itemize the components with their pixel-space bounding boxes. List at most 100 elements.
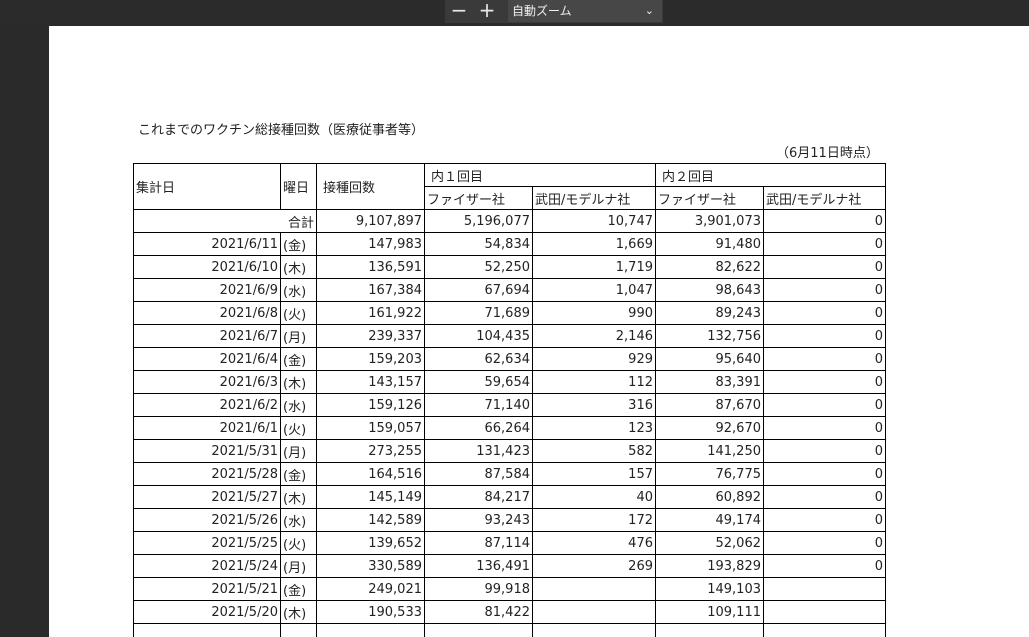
as-of-date: （6月11日時点） bbox=[776, 146, 879, 161]
header-dose1-pfizer: ファイザー社 bbox=[424, 186, 533, 210]
row-dose2-moderna: 0 bbox=[763, 462, 886, 486]
row-total: 136,591 bbox=[316, 255, 425, 279]
table-row: 2021/6/7 (月) 239,337 104,435 2,146 132,756 0 bbox=[133, 324, 886, 348]
row-total: 330,589 bbox=[316, 554, 425, 578]
row-dose1-moderna: 990 bbox=[532, 301, 656, 325]
row-dose2-moderna: 0 bbox=[763, 347, 886, 371]
row-weekday: (月) bbox=[280, 554, 317, 578]
row-dose2-moderna: 0 bbox=[763, 324, 886, 348]
total-dose2-pfizer: 3,901,073 bbox=[655, 209, 764, 233]
row-weekday: (火) bbox=[280, 416, 317, 440]
table-row: 2021/5/21 (金) 249,021 99,918 149,103 bbox=[133, 577, 886, 601]
row-weekday: (木) bbox=[280, 600, 317, 624]
row-weekday: (木) bbox=[280, 370, 317, 394]
row-dose2-pfizer: 49,174 bbox=[655, 508, 764, 532]
row-date: 2021/5/28 bbox=[133, 462, 281, 486]
row-date: 2021/6/3 bbox=[133, 370, 281, 394]
table-row: 2021/5/20 (木) 190,533 81,422 109,111 bbox=[133, 600, 886, 624]
header-row: 集計日 曜日 接種回数 内１回目 内２回目 bbox=[133, 163, 886, 210]
table-row: 2021/6/11 (金) 147,983 54,834 1,669 91,480 0 bbox=[133, 232, 886, 256]
row-dose2-pfizer: 193,829 bbox=[655, 554, 764, 578]
zoom-select[interactable]: 自動ズーム ⌄ bbox=[508, 0, 662, 22]
row-dose2-moderna: 0 bbox=[763, 393, 886, 417]
row-date: 2021/6/2 bbox=[133, 393, 281, 417]
header-total: 接種回数 bbox=[316, 163, 425, 210]
row-total: 145,149 bbox=[316, 485, 425, 509]
table-row: 2021/5/26 (水) 142,589 93,243 172 49,174 0 bbox=[133, 508, 886, 532]
row-dose1-pfizer: 66,264 bbox=[424, 416, 533, 440]
row-total: 159,057 bbox=[316, 416, 425, 440]
zoom-out-button[interactable]: − bbox=[447, 0, 471, 22]
row-total: 142,589 bbox=[316, 508, 425, 532]
total-row: 合計 9,107,897 5,196,077 10,747 3,901,073 … bbox=[133, 209, 886, 233]
row-date bbox=[133, 623, 281, 637]
row-dose2-pfizer bbox=[655, 623, 764, 637]
row-dose1-moderna: 1,047 bbox=[532, 278, 656, 302]
row-date: 2021/6/8 bbox=[133, 301, 281, 325]
row-dose1-pfizer: 84,217 bbox=[424, 485, 533, 509]
table-row: 2021/5/25 (火) 139,652 87,114 476 52,062 0 bbox=[133, 531, 886, 555]
row-dose2-moderna: 0 bbox=[763, 301, 886, 325]
row-date: 2021/6/9 bbox=[133, 278, 281, 302]
row-dose1-moderna: 269 bbox=[532, 554, 656, 578]
row-dose1-pfizer: 99,918 bbox=[424, 577, 533, 601]
row-dose1-pfizer: 59,654 bbox=[424, 370, 533, 394]
row-dose2-moderna: 0 bbox=[763, 255, 886, 279]
row-total: 164,516 bbox=[316, 462, 425, 486]
table-row: 2021/6/8 (火) 161,922 71,689 990 89,243 0 bbox=[133, 301, 886, 325]
row-dose2-pfizer: 149,103 bbox=[655, 577, 764, 601]
row-dose1-pfizer: 54,834 bbox=[424, 232, 533, 256]
row-total: 249,021 bbox=[316, 577, 425, 601]
row-dose2-moderna bbox=[763, 600, 886, 624]
table-row: 2021/5/27 (木) 145,149 84,217 40 60,892 0 bbox=[133, 485, 886, 509]
row-dose1-moderna: 476 bbox=[532, 531, 656, 555]
row-dose1-moderna: 123 bbox=[532, 416, 656, 440]
row-weekday: (水) bbox=[280, 508, 317, 532]
row-dose1-moderna: 2,146 bbox=[532, 324, 656, 348]
vaccination-table: 集計日 曜日 接種回数 内１回目 内２回目 ファイザー社 武田/モデルナ社 ファ… bbox=[133, 163, 886, 637]
row-dose2-pfizer: 52,062 bbox=[655, 531, 764, 555]
row-dose1-moderna: 1,719 bbox=[532, 255, 656, 279]
row-dose1-pfizer: 104,435 bbox=[424, 324, 533, 348]
row-dose1-moderna bbox=[532, 577, 656, 601]
row-dose2-moderna: 0 bbox=[763, 531, 886, 555]
row-total: 139,652 bbox=[316, 531, 425, 555]
row-total: 239,337 bbox=[316, 324, 425, 348]
zoom-in-button[interactable]: + bbox=[475, 0, 499, 22]
table-row: 2021/5/24 (月) 330,589 136,491 269 193,829 0 bbox=[133, 554, 886, 578]
row-date: 2021/5/27 bbox=[133, 485, 281, 509]
row-dose2-pfizer: 87,670 bbox=[655, 393, 764, 417]
pdf-toolbar: − + 自動ズーム ⌄ bbox=[0, 0, 1029, 26]
row-dose1-pfizer: 87,584 bbox=[424, 462, 533, 486]
row-dose1-moderna: 40 bbox=[532, 485, 656, 509]
row-dose1-pfizer bbox=[424, 623, 533, 637]
row-dose1-moderna: 582 bbox=[532, 439, 656, 463]
row-total bbox=[316, 623, 425, 637]
row-dose1-pfizer: 81,422 bbox=[424, 600, 533, 624]
row-total: 159,203 bbox=[316, 347, 425, 371]
row-date: 2021/5/20 bbox=[133, 600, 281, 624]
row-dose1-moderna: 112 bbox=[532, 370, 656, 394]
table-row: 2021/5/28 (金) 164,516 87,584 157 76,775 0 bbox=[133, 462, 886, 486]
zoom-select-value: 自動ズーム bbox=[512, 4, 572, 18]
row-dose2-moderna: 0 bbox=[763, 439, 886, 463]
header-date: 集計日 bbox=[133, 163, 281, 210]
row-dose2-pfizer: 91,480 bbox=[655, 232, 764, 256]
total-dose2-moderna: 0 bbox=[763, 209, 886, 233]
sidebar-gutter bbox=[0, 26, 49, 637]
table-row: 2021/6/2 (水) 159,126 71,140 316 87,670 0 bbox=[133, 393, 886, 417]
row-weekday: (水) bbox=[280, 393, 317, 417]
row-dose1-moderna bbox=[532, 600, 656, 624]
row-dose2-moderna: 0 bbox=[763, 485, 886, 509]
row-date: 2021/6/7 bbox=[133, 324, 281, 348]
row-total: 161,922 bbox=[316, 301, 425, 325]
row-dose2-pfizer: 60,892 bbox=[655, 485, 764, 509]
total-all: 9,107,897 bbox=[316, 209, 425, 233]
table-row: 2021/6/4 (金) 159,203 62,634 929 95,640 0 bbox=[133, 347, 886, 371]
row-dose1-pfizer: 136,491 bbox=[424, 554, 533, 578]
row-dose2-pfizer: 95,640 bbox=[655, 347, 764, 371]
row-dose1-moderna bbox=[532, 623, 656, 637]
row-total: 147,983 bbox=[316, 232, 425, 256]
header-dose2: 内２回目 bbox=[655, 163, 886, 187]
row-dose2-pfizer: 98,643 bbox=[655, 278, 764, 302]
